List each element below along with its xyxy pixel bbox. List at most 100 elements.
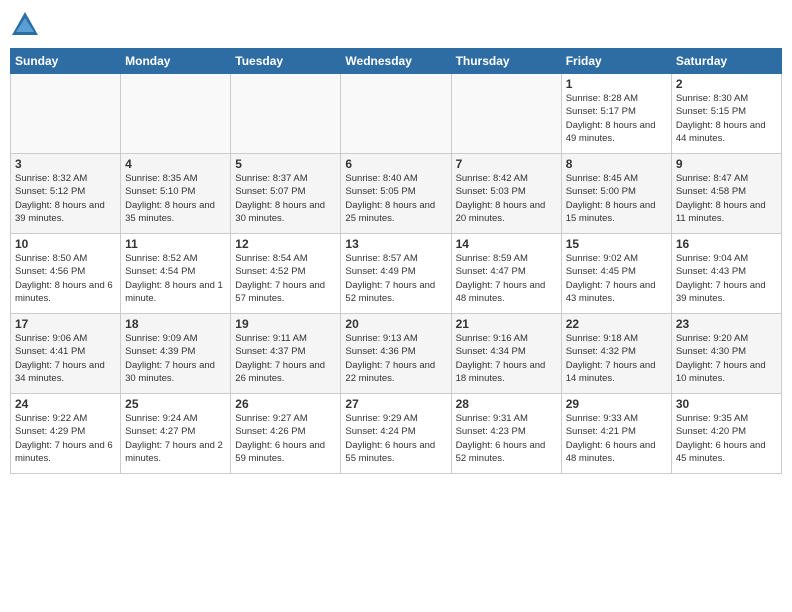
calendar-cell: 5Sunrise: 8:37 AM Sunset: 5:07 PM Daylig… xyxy=(231,154,341,234)
day-number: 24 xyxy=(15,397,116,411)
calendar-table: SundayMondayTuesdayWednesdayThursdayFrid… xyxy=(10,48,782,474)
calendar-cell xyxy=(11,74,121,154)
day-info: Sunrise: 8:52 AM Sunset: 4:54 PM Dayligh… xyxy=(125,252,226,305)
calendar-cell xyxy=(451,74,561,154)
calendar-week-2: 3Sunrise: 8:32 AM Sunset: 5:12 PM Daylig… xyxy=(11,154,782,234)
day-info: Sunrise: 8:35 AM Sunset: 5:10 PM Dayligh… xyxy=(125,172,226,225)
day-number: 7 xyxy=(456,157,557,171)
day-info: Sunrise: 9:18 AM Sunset: 4:32 PM Dayligh… xyxy=(566,332,667,385)
calendar-cell: 11Sunrise: 8:52 AM Sunset: 4:54 PM Dayli… xyxy=(121,234,231,314)
day-info: Sunrise: 9:24 AM Sunset: 4:27 PM Dayligh… xyxy=(125,412,226,465)
calendar-cell: 23Sunrise: 9:20 AM Sunset: 4:30 PM Dayli… xyxy=(671,314,781,394)
day-info: Sunrise: 8:42 AM Sunset: 5:03 PM Dayligh… xyxy=(456,172,557,225)
calendar-cell: 15Sunrise: 9:02 AM Sunset: 4:45 PM Dayli… xyxy=(561,234,671,314)
day-info: Sunrise: 8:59 AM Sunset: 4:47 PM Dayligh… xyxy=(456,252,557,305)
day-number: 27 xyxy=(345,397,446,411)
day-number: 30 xyxy=(676,397,777,411)
day-info: Sunrise: 9:27 AM Sunset: 4:26 PM Dayligh… xyxy=(235,412,336,465)
day-number: 20 xyxy=(345,317,446,331)
day-number: 6 xyxy=(345,157,446,171)
day-info: Sunrise: 8:28 AM Sunset: 5:17 PM Dayligh… xyxy=(566,92,667,145)
day-info: Sunrise: 8:54 AM Sunset: 4:52 PM Dayligh… xyxy=(235,252,336,305)
calendar-cell: 4Sunrise: 8:35 AM Sunset: 5:10 PM Daylig… xyxy=(121,154,231,234)
logo xyxy=(10,10,44,40)
day-info: Sunrise: 9:06 AM Sunset: 4:41 PM Dayligh… xyxy=(15,332,116,385)
calendar-week-5: 24Sunrise: 9:22 AM Sunset: 4:29 PM Dayli… xyxy=(11,394,782,474)
calendar-cell: 19Sunrise: 9:11 AM Sunset: 4:37 PM Dayli… xyxy=(231,314,341,394)
day-header-monday: Monday xyxy=(121,49,231,74)
day-info: Sunrise: 8:37 AM Sunset: 5:07 PM Dayligh… xyxy=(235,172,336,225)
day-number: 9 xyxy=(676,157,777,171)
day-number: 4 xyxy=(125,157,226,171)
calendar-cell xyxy=(121,74,231,154)
calendar-cell: 8Sunrise: 8:45 AM Sunset: 5:00 PM Daylig… xyxy=(561,154,671,234)
day-number: 8 xyxy=(566,157,667,171)
day-info: Sunrise: 9:16 AM Sunset: 4:34 PM Dayligh… xyxy=(456,332,557,385)
page-header xyxy=(10,10,782,40)
calendar-cell: 30Sunrise: 9:35 AM Sunset: 4:20 PM Dayli… xyxy=(671,394,781,474)
day-info: Sunrise: 8:40 AM Sunset: 5:05 PM Dayligh… xyxy=(345,172,446,225)
calendar-cell: 7Sunrise: 8:42 AM Sunset: 5:03 PM Daylig… xyxy=(451,154,561,234)
calendar-week-3: 10Sunrise: 8:50 AM Sunset: 4:56 PM Dayli… xyxy=(11,234,782,314)
calendar-cell: 29Sunrise: 9:33 AM Sunset: 4:21 PM Dayli… xyxy=(561,394,671,474)
day-info: Sunrise: 9:02 AM Sunset: 4:45 PM Dayligh… xyxy=(566,252,667,305)
calendar-cell: 27Sunrise: 9:29 AM Sunset: 4:24 PM Dayli… xyxy=(341,394,451,474)
calendar-cell: 21Sunrise: 9:16 AM Sunset: 4:34 PM Dayli… xyxy=(451,314,561,394)
day-info: Sunrise: 9:09 AM Sunset: 4:39 PM Dayligh… xyxy=(125,332,226,385)
day-info: Sunrise: 8:57 AM Sunset: 4:49 PM Dayligh… xyxy=(345,252,446,305)
day-number: 14 xyxy=(456,237,557,251)
calendar-cell: 28Sunrise: 9:31 AM Sunset: 4:23 PM Dayli… xyxy=(451,394,561,474)
day-number: 1 xyxy=(566,77,667,91)
day-info: Sunrise: 9:11 AM Sunset: 4:37 PM Dayligh… xyxy=(235,332,336,385)
day-number: 5 xyxy=(235,157,336,171)
calendar-header-row: SundayMondayTuesdayWednesdayThursdayFrid… xyxy=(11,49,782,74)
calendar-cell: 24Sunrise: 9:22 AM Sunset: 4:29 PM Dayli… xyxy=(11,394,121,474)
calendar-cell: 14Sunrise: 8:59 AM Sunset: 4:47 PM Dayli… xyxy=(451,234,561,314)
day-number: 21 xyxy=(456,317,557,331)
day-info: Sunrise: 8:47 AM Sunset: 4:58 PM Dayligh… xyxy=(676,172,777,225)
calendar-cell: 6Sunrise: 8:40 AM Sunset: 5:05 PM Daylig… xyxy=(341,154,451,234)
day-header-wednesday: Wednesday xyxy=(341,49,451,74)
calendar-cell xyxy=(341,74,451,154)
day-number: 11 xyxy=(125,237,226,251)
day-number: 29 xyxy=(566,397,667,411)
day-number: 26 xyxy=(235,397,336,411)
calendar-cell: 26Sunrise: 9:27 AM Sunset: 4:26 PM Dayli… xyxy=(231,394,341,474)
logo-icon xyxy=(10,10,40,40)
day-number: 13 xyxy=(345,237,446,251)
day-info: Sunrise: 9:20 AM Sunset: 4:30 PM Dayligh… xyxy=(676,332,777,385)
day-number: 15 xyxy=(566,237,667,251)
calendar-week-1: 1Sunrise: 8:28 AM Sunset: 5:17 PM Daylig… xyxy=(11,74,782,154)
calendar-cell: 18Sunrise: 9:09 AM Sunset: 4:39 PM Dayli… xyxy=(121,314,231,394)
day-number: 23 xyxy=(676,317,777,331)
calendar-cell: 25Sunrise: 9:24 AM Sunset: 4:27 PM Dayli… xyxy=(121,394,231,474)
day-number: 25 xyxy=(125,397,226,411)
day-header-saturday: Saturday xyxy=(671,49,781,74)
day-info: Sunrise: 9:31 AM Sunset: 4:23 PM Dayligh… xyxy=(456,412,557,465)
day-number: 18 xyxy=(125,317,226,331)
calendar-cell: 16Sunrise: 9:04 AM Sunset: 4:43 PM Dayli… xyxy=(671,234,781,314)
day-number: 19 xyxy=(235,317,336,331)
calendar-cell: 22Sunrise: 9:18 AM Sunset: 4:32 PM Dayli… xyxy=(561,314,671,394)
day-info: Sunrise: 8:50 AM Sunset: 4:56 PM Dayligh… xyxy=(15,252,116,305)
day-header-friday: Friday xyxy=(561,49,671,74)
day-info: Sunrise: 9:22 AM Sunset: 4:29 PM Dayligh… xyxy=(15,412,116,465)
day-header-tuesday: Tuesday xyxy=(231,49,341,74)
calendar-cell: 17Sunrise: 9:06 AM Sunset: 4:41 PM Dayli… xyxy=(11,314,121,394)
calendar-cell: 2Sunrise: 8:30 AM Sunset: 5:15 PM Daylig… xyxy=(671,74,781,154)
day-info: Sunrise: 8:30 AM Sunset: 5:15 PM Dayligh… xyxy=(676,92,777,145)
calendar-cell: 3Sunrise: 8:32 AM Sunset: 5:12 PM Daylig… xyxy=(11,154,121,234)
calendar-cell xyxy=(231,74,341,154)
day-number: 10 xyxy=(15,237,116,251)
day-info: Sunrise: 8:45 AM Sunset: 5:00 PM Dayligh… xyxy=(566,172,667,225)
day-number: 22 xyxy=(566,317,667,331)
calendar-week-4: 17Sunrise: 9:06 AM Sunset: 4:41 PM Dayli… xyxy=(11,314,782,394)
day-number: 2 xyxy=(676,77,777,91)
day-number: 3 xyxy=(15,157,116,171)
day-info: Sunrise: 9:29 AM Sunset: 4:24 PM Dayligh… xyxy=(345,412,446,465)
calendar-cell: 13Sunrise: 8:57 AM Sunset: 4:49 PM Dayli… xyxy=(341,234,451,314)
day-header-thursday: Thursday xyxy=(451,49,561,74)
calendar-cell: 9Sunrise: 8:47 AM Sunset: 4:58 PM Daylig… xyxy=(671,154,781,234)
day-info: Sunrise: 9:13 AM Sunset: 4:36 PM Dayligh… xyxy=(345,332,446,385)
day-info: Sunrise: 8:32 AM Sunset: 5:12 PM Dayligh… xyxy=(15,172,116,225)
